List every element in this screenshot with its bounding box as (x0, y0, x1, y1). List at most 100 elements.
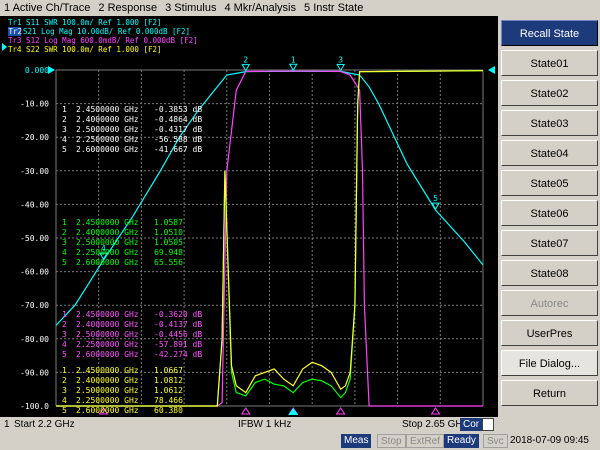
y-tick-label: -20.00 (20, 133, 49, 142)
marker-table-frequency: 2.5000000 GHz (76, 125, 139, 134)
menu-item-1[interactable]: 1 Active Ch/Trace (0, 2, 94, 14)
stop-frequency[interactable]: Stop 2.65 GHz (402, 417, 468, 433)
marker-table-value: -0.4456 dB (154, 330, 202, 339)
measurement-display[interactable]: Tr1 S11 SWR 100.0m/ Ref 1.000 [F2] Tr2 S21… (0, 16, 498, 417)
marker-baseline-icon (430, 407, 441, 415)
marker-table-frequency: 2.4000000 GHz (76, 228, 139, 237)
marker-table-frequency: 2.4000000 GHz (76, 376, 139, 385)
softkey-state01[interactable]: State01 (501, 50, 598, 76)
softkey-state02[interactable]: State02 (501, 80, 598, 106)
y-tick-label: -60.00 (20, 268, 49, 277)
trace-label: S21 Log Mag 10.00dB/ Ref 0.000dB [F2] (23, 27, 190, 36)
marker-table-frequency: 2.4000000 GHz (76, 115, 139, 124)
y-tick-label: 0.000 (25, 66, 49, 75)
softkey-file-dialog[interactable]: File Dialog... (501, 350, 598, 376)
softkey-recall-state[interactable]: Recall State (501, 20, 598, 46)
marker-table-value: 1.0612 (154, 386, 183, 395)
marker-table-value: 1.0812 (154, 376, 183, 385)
marker-label: 3 (338, 55, 343, 64)
marker-table-value: 78.466 (154, 396, 183, 405)
ready-indicator: Ready (444, 434, 479, 448)
y-tick-label: -30.00 (20, 167, 49, 176)
marker-table-number: 4 (62, 396, 67, 405)
marker-label: 5 (433, 194, 438, 203)
marker-table-value: 69.948 (154, 248, 183, 257)
marker-table-value: -41.667 dB (154, 145, 202, 154)
svc-indicator: Svc (483, 434, 508, 448)
reference-level-arrow-right-icon (488, 66, 495, 74)
softkey-state08[interactable]: State08 (501, 260, 598, 286)
y-tick-label: -100.0 (20, 402, 49, 411)
marker-icon (288, 63, 298, 72)
marker-table-value: -0.3620 dB (154, 310, 202, 319)
marker-label: 2 (243, 56, 248, 65)
marker-table-value: -0.4137 dB (154, 320, 202, 329)
marker-label: 1 (291, 55, 296, 64)
marker-table-frequency: 2.5000000 GHz (76, 238, 139, 247)
menu-item-3[interactable]: 3 Stimulus (161, 2, 220, 14)
marker-table-number: 5 (62, 145, 67, 154)
ifbw-value[interactable]: IFBW 1 kHz (238, 417, 291, 433)
marker-table-value: -42.274 dB (154, 350, 202, 359)
marker-table-number: 1 (62, 105, 67, 114)
softkey-state06[interactable]: State06 (501, 200, 598, 226)
marker-table-value: 65.556 (154, 258, 183, 267)
channel-status-bar: 1 Start 2.2 GHz IFBW 1 kHz Stop 2.65 GHz… (0, 417, 600, 433)
active-trace-arrow-icon (2, 43, 7, 51)
menu-bar: 1 Active Ch/Trace 2 Response 3 Stimulus 4 M… (0, 0, 600, 16)
marker-table-number: 3 (62, 386, 67, 395)
softkey-autorec: Autorec (501, 290, 598, 316)
marker-table-frequency: 2.6000000 GHz (76, 145, 139, 154)
marker-baseline-icon (335, 407, 346, 415)
marker-table-number: 3 (62, 238, 67, 247)
marker-table-frequency: 2.2500000 GHz (76, 340, 139, 349)
y-tick-label: -40.00 (20, 200, 49, 209)
y-tick-label: -80.00 (20, 335, 49, 344)
y-tick-label: -50.00 (20, 234, 49, 243)
marker-table-frequency: 2.6000000 GHz (76, 406, 139, 415)
menu-item-2[interactable]: 2 Response (94, 2, 161, 14)
date-time: 2018-07-09 09:45 (510, 435, 589, 446)
softkey-return[interactable]: Return (501, 380, 598, 406)
marker-table-value: -56.588 dB (154, 135, 202, 144)
reference-level-arrow-icon (48, 66, 55, 74)
marker-table-value: 1.0505 (154, 238, 183, 247)
marker-table-frequency: 2.4000000 GHz (76, 320, 139, 329)
marker-table-frequency: 2.4500000 GHz (76, 105, 139, 114)
marker-table-number: 4 (62, 135, 67, 144)
marker-table-number: 2 (62, 228, 67, 237)
marker-table-frequency: 2.5000000 GHz (76, 330, 139, 339)
marker-table-frequency: 2.4500000 GHz (76, 218, 139, 227)
menu-item-4[interactable]: 4 Mkr/Analysis (220, 2, 300, 14)
active-trace-tag: Tr2 (9, 27, 23, 36)
trace-plot: Tr1 S11 SWR 100.0m/ Ref 1.000 [F2]Tr2 S21… (2, 18, 495, 415)
softkey-state03[interactable]: State03 (501, 110, 598, 136)
marker-table-value: 1.0510 (154, 228, 183, 237)
softkey-state07[interactable]: State07 (501, 230, 598, 256)
softkey-panel: Recall State State01 State02 State03 State04… (499, 16, 600, 417)
active-marker-baseline-icon (288, 408, 299, 415)
marker-table-frequency: 2.4500000 GHz (76, 310, 139, 319)
instrument-status-bar: Meas Stop ExtRef Ready Svc 2018-07-09 09… (0, 433, 600, 450)
softkey-state04[interactable]: State04 (501, 140, 598, 166)
start-frequency[interactable]: Start 2.2 GHz (14, 417, 75, 433)
y-tick-label: -90.00 (20, 368, 49, 377)
marker-table-value: 60.380 (154, 406, 183, 415)
marker-table-frequency: 2.4500000 GHz (76, 366, 139, 375)
marker-table-frequency: 2.2500000 GHz (76, 248, 139, 257)
softkey-state05[interactable]: State05 (501, 170, 598, 196)
softkey-userpres[interactable]: UserPres (501, 320, 598, 346)
marker-table-number: 1 (62, 218, 67, 227)
marker-table-frequency: 2.6000000 GHz (76, 258, 139, 267)
marker-table-frequency: 2.6000000 GHz (76, 350, 139, 359)
marker-table-number: 2 (62, 320, 67, 329)
correction-status-icon (482, 418, 494, 431)
marker-baseline-icon (240, 407, 251, 415)
extref-indicator: ExtRef (406, 434, 445, 448)
marker-table-number: 5 (62, 350, 67, 359)
trace-label: Tr4 S22 SWR 100.0m/ Ref 1.000 [F2] (8, 45, 162, 54)
menu-item-5[interactable]: 5 Instr State (300, 2, 367, 14)
marker-table-value: -0.4864 dB (154, 115, 202, 124)
marker-table-value: 1.0587 (154, 218, 183, 227)
marker-table-number: 2 (62, 115, 67, 124)
